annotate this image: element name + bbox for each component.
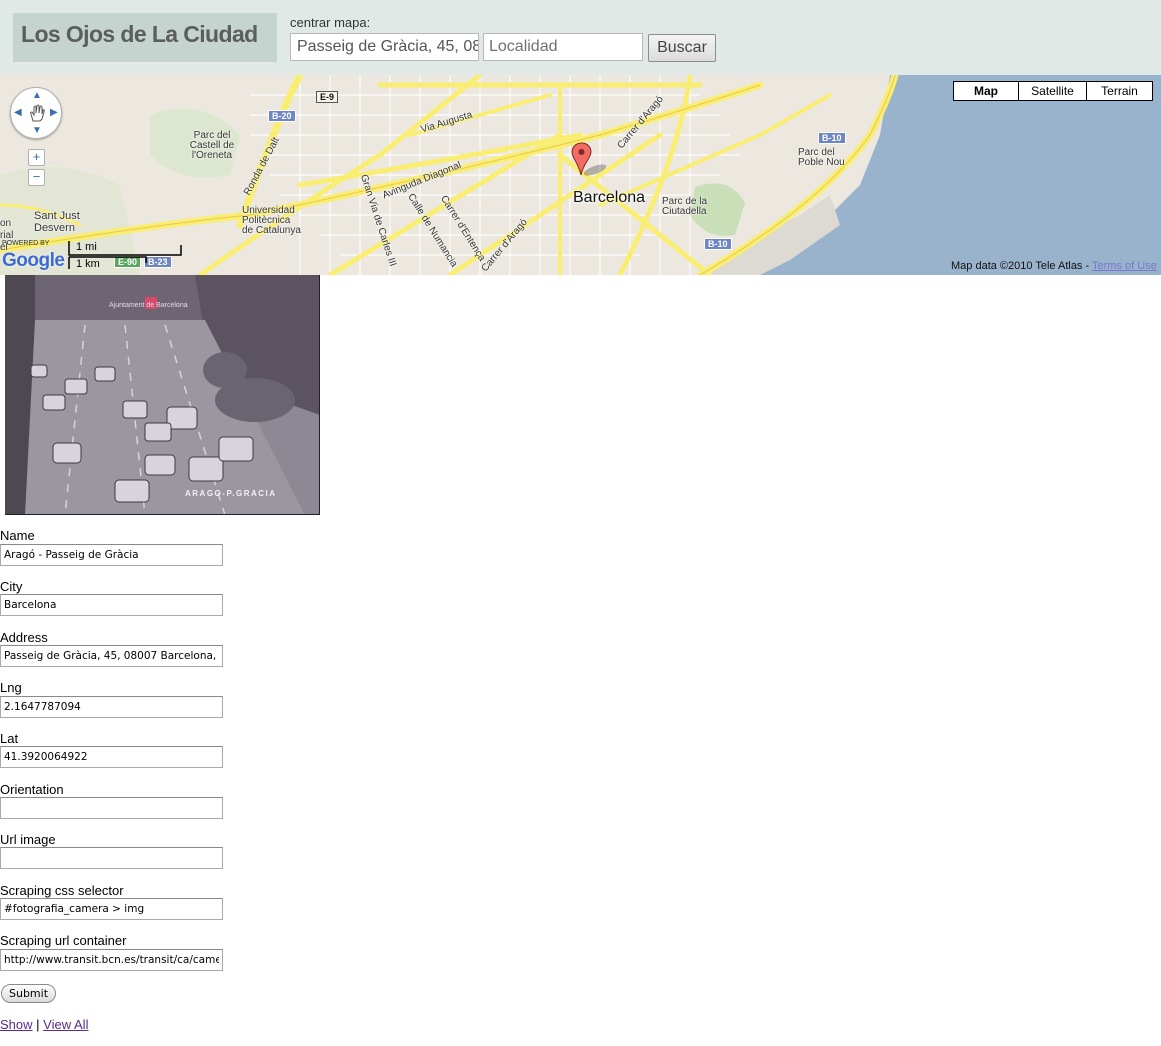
- map-label-sant-just: Sant Just Desvern: [34, 210, 80, 234]
- map-label-parc-castell: Parc del Castell de l'Oreneta: [189, 130, 235, 161]
- scale-km-label: 1 km: [76, 258, 100, 270]
- address-search-input[interactable]: Passeig de Gràcia, 45, 08: [290, 33, 479, 61]
- submit-button[interactable]: Submit: [1, 984, 56, 1003]
- link-separator: |: [36, 1017, 40, 1032]
- pan-right-icon[interactable]: ▶: [50, 108, 58, 118]
- sea-area: [760, 75, 1161, 275]
- city-input[interactable]: [0, 594, 223, 616]
- url-image-input[interactable]: [0, 847, 223, 869]
- map-scale-bar: 1 mi 1 km: [68, 241, 182, 271]
- name-input[interactable]: [0, 544, 223, 566]
- scraping-css-selector-label: Scraping css selector: [0, 883, 124, 898]
- camera-caption: ARAGO-P.GRACIA: [185, 489, 277, 498]
- camera-image: Ajuntament de Barcelona ARAGO-P.GRACIA: [5, 275, 320, 515]
- camera-scene: [5, 275, 319, 514]
- pan-left-icon[interactable]: ◀: [14, 108, 22, 118]
- road-shield-b10-bottom: B-10: [704, 238, 732, 250]
- map-copyright-text: Map data ©2010 Tele Atlas -: [951, 260, 1093, 272]
- google-logo-text: Google: [2, 250, 65, 271]
- orientation-label: Orientation: [0, 782, 64, 797]
- map-copyright: Map data ©2010 Tele Atlas - Terms of Use: [951, 260, 1157, 272]
- lng-input[interactable]: [0, 696, 223, 718]
- zoom-out-button[interactable]: −: [28, 169, 45, 186]
- name-label: Name: [0, 528, 35, 543]
- city-label: City: [0, 579, 23, 594]
- url-image-label: Url image: [0, 832, 56, 847]
- zoom-in-button[interactable]: +: [28, 149, 45, 166]
- lat-input[interactable]: [0, 746, 223, 768]
- show-link[interactable]: Show: [0, 1017, 33, 1032]
- center-map-label: centrar mapa:: [290, 15, 371, 30]
- map-type-bar: Map Satellite Terrain: [953, 81, 1153, 101]
- map-pan-control[interactable]: ▲ ▼ ◀ ▶: [10, 87, 62, 139]
- map-label-upc: Universidad Politècnica de Catalunya: [242, 205, 301, 236]
- map-label-left-edge: on rial el: [0, 218, 14, 253]
- pan-up-icon[interactable]: ▲: [32, 91, 42, 101]
- logo[interactable]: Los Ojos de La Ciudad: [13, 13, 277, 62]
- pan-down-icon[interactable]: ▼: [32, 126, 42, 136]
- map-view[interactable]: Parc del Castell de l'Oreneta Sant Just …: [0, 75, 1161, 275]
- map-label-parc-ciutadella: Parc de la Ciutadella: [662, 196, 708, 217]
- map-type-map-button[interactable]: Map: [953, 81, 1019, 101]
- hand-icon: [30, 104, 45, 122]
- scraping-css-selector-input[interactable]: [0, 898, 223, 920]
- camera-sign-text: Ajuntament de Barcelona: [109, 302, 188, 309]
- google-logo[interactable]: Google: [2, 250, 65, 272]
- map-type-terrain-button[interactable]: Terrain: [1086, 81, 1153, 101]
- road-shield-b20: B-20: [268, 110, 296, 122]
- terms-of-use-link[interactable]: Terms of Use: [1092, 260, 1157, 272]
- header-bar: Los Ojos de La Ciudad centrar mapa: Pass…: [0, 0, 1161, 75]
- scraping-url-container-label: Scraping url container: [0, 933, 127, 948]
- powered-by-label: POWERED BY: [2, 240, 50, 247]
- lat-label: Lat: [0, 731, 19, 746]
- lng-label: Lng: [0, 680, 22, 695]
- footer-links: Show | View All: [0, 1017, 88, 1032]
- map-marker-icon[interactable]: [571, 142, 611, 178]
- address-input[interactable]: [0, 645, 223, 667]
- map-label-parc-poble-nou: Parc del Poble Nou: [798, 147, 845, 168]
- road-shield-e9: E-9: [316, 91, 339, 103]
- scraping-url-container-input[interactable]: [0, 949, 223, 971]
- logo-text: Los Ojos de La Ciudad: [21, 21, 258, 47]
- map-type-satellite-button[interactable]: Satellite: [1018, 81, 1087, 101]
- address-label: Address: [0, 630, 48, 645]
- scale-mi-label: 1 mi: [76, 241, 97, 253]
- map-city-barcelona: Barcelona: [573, 189, 646, 206]
- orientation-input[interactable]: [0, 797, 223, 819]
- search-button[interactable]: Buscar: [648, 34, 716, 62]
- locality-input[interactable]: [483, 33, 643, 61]
- road-shield-b10-top: B-10: [818, 132, 846, 144]
- view-all-link[interactable]: View All: [43, 1017, 88, 1032]
